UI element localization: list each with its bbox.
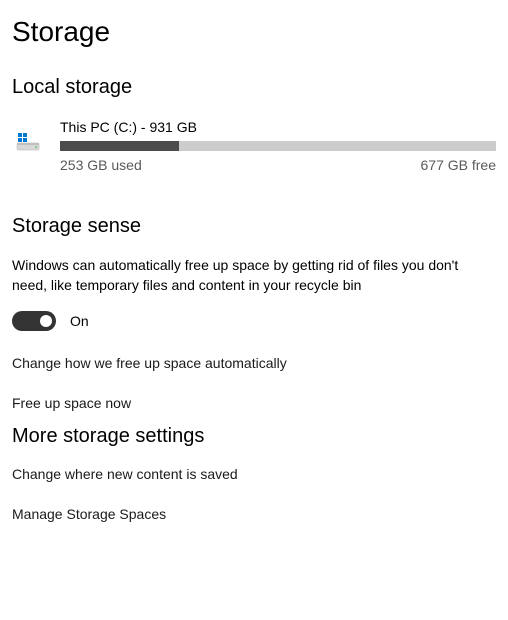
toggle-state-label: On: [70, 313, 89, 329]
drive-icon: [12, 125, 44, 157]
change-save-location-link[interactable]: Change where new content is saved: [12, 466, 496, 482]
local-storage-heading: Local storage: [12, 76, 496, 99]
storage-sense-heading: Storage sense: [12, 215, 496, 238]
change-auto-free-link[interactable]: Change how we free up space automaticall…: [12, 355, 496, 371]
drive-stats: 253 GB used 677 GB free: [60, 157, 496, 173]
storage-sense-description: Windows can automatically free up space …: [12, 256, 462, 295]
drive-free-label: 677 GB free: [421, 157, 497, 173]
drive-used-label: 253 GB used: [60, 157, 142, 173]
drive-c-row[interactable]: This PC (C:) - 931 GB 253 GB used 677 GB…: [12, 117, 496, 175]
drive-name: This PC (C:) - 931 GB: [60, 119, 496, 135]
toggle-knob: [40, 315, 52, 327]
page-title: Storage: [12, 16, 496, 48]
storage-sense-toggle-row: On: [12, 311, 496, 331]
drive-usage-bar: [60, 141, 496, 151]
storage-sense-toggle[interactable]: [12, 311, 56, 331]
drive-details: This PC (C:) - 931 GB 253 GB used 677 GB…: [60, 119, 496, 173]
manage-storage-spaces-link[interactable]: Manage Storage Spaces: [12, 506, 496, 522]
drive-usage-fill: [60, 141, 179, 151]
more-storage-heading: More storage settings: [12, 425, 496, 448]
free-up-now-link[interactable]: Free up space now: [12, 395, 496, 411]
